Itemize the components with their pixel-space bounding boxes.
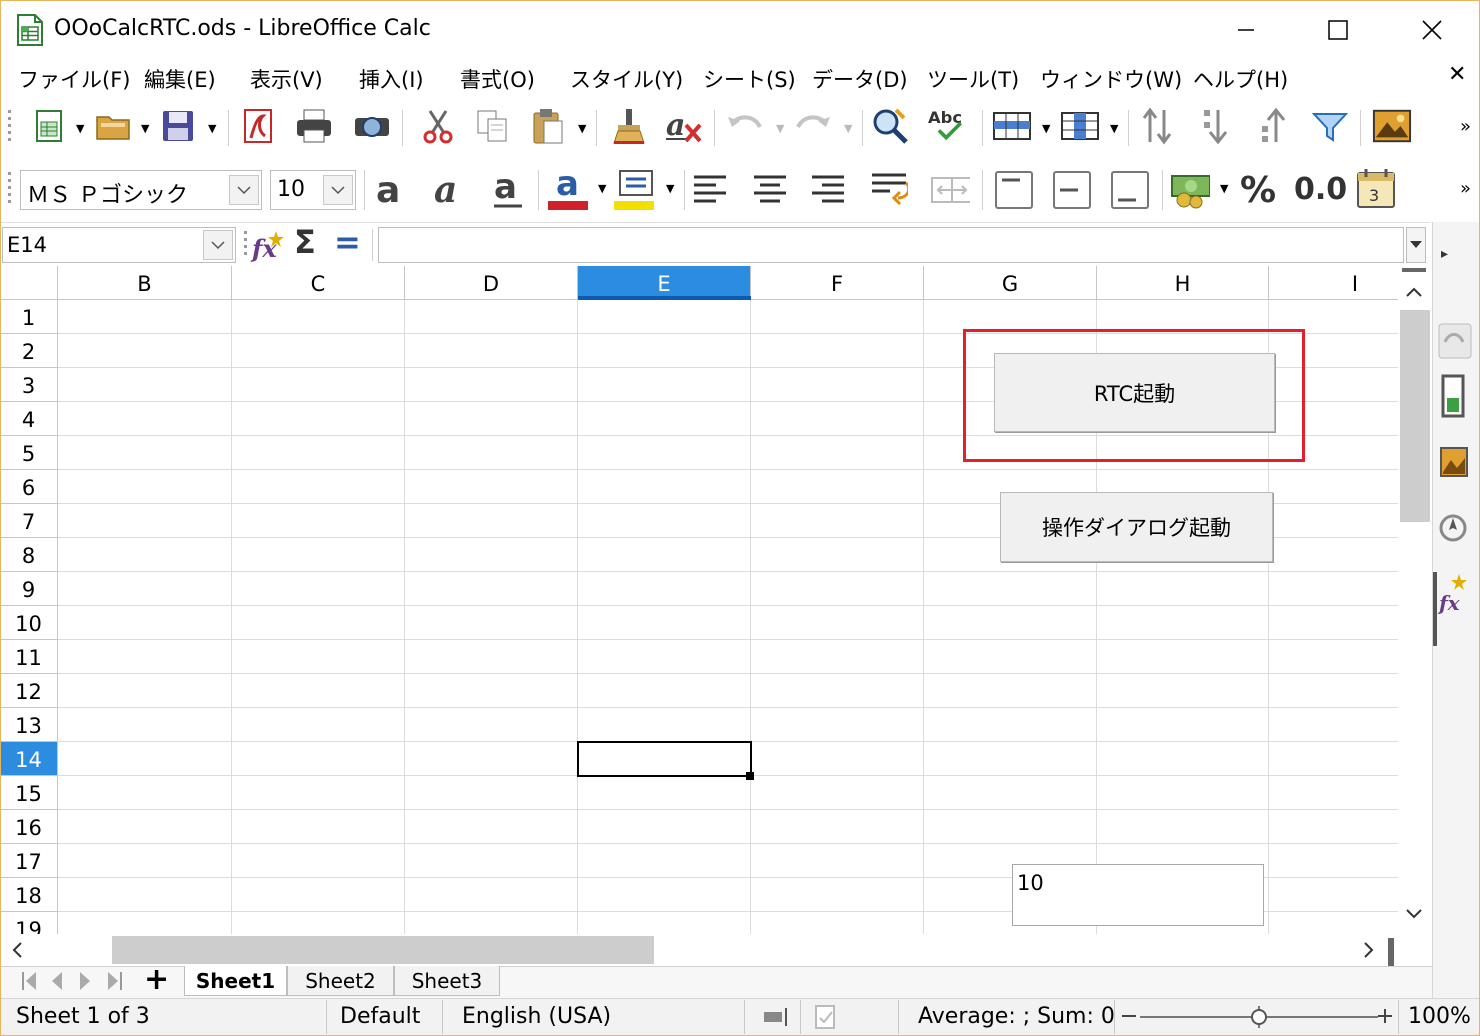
window-border (0, 0, 1480, 1036)
